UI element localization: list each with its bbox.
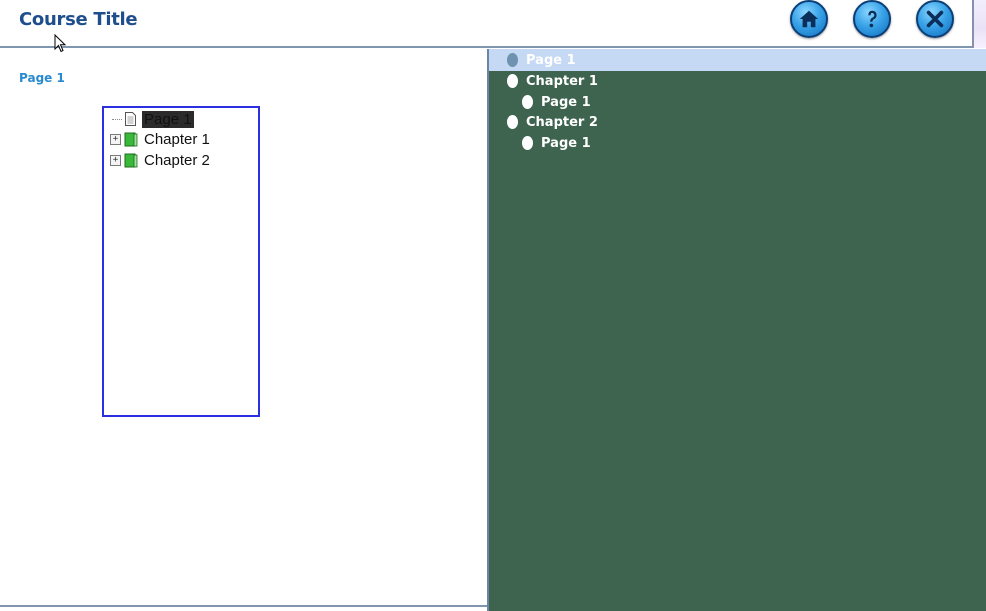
close-icon [926, 10, 944, 28]
nav-item-label: Page 1 [526, 52, 576, 68]
nav-item-page-1[interactable]: Page 1 [507, 50, 576, 70]
nav-item-chapter-1[interactable]: Chapter 1 [507, 71, 598, 91]
course-title: Course Title [19, 9, 138, 30]
bullet-icon [507, 53, 518, 67]
mouse-cursor-icon [54, 34, 67, 53]
home-icon [799, 10, 819, 28]
document-icon [125, 112, 136, 126]
tree-item-chapter-1[interactable]: + Chapter 1 [110, 129, 210, 149]
bullet-icon [522, 136, 533, 150]
nav-item-chapter-2[interactable]: Chapter 2 [507, 112, 598, 132]
expand-icon[interactable]: + [110, 154, 121, 166]
tree-item-label: Chapter 2 [144, 151, 210, 169]
nav-item-label: Page 1 [541, 94, 591, 110]
nav-item-chapter-2-page-1[interactable]: Page 1 [522, 133, 591, 153]
navigation-panel: Page 1 Chapter 1 Page 1 Chapter 2 Page 1 [487, 49, 986, 611]
tree-item-page-1[interactable]: Page 1 [110, 109, 194, 129]
help-button[interactable] [853, 0, 891, 38]
tree-item-label: Page 1 [142, 110, 194, 128]
content-bottom-divider [0, 605, 487, 607]
bullet-icon [507, 74, 518, 88]
nav-item-label: Page 1 [541, 135, 591, 151]
home-button[interactable] [790, 0, 828, 38]
book-icon [124, 132, 138, 146]
tree-item-chapter-2[interactable]: + Chapter 2 [110, 150, 210, 170]
window-edge [972, 0, 986, 48]
nav-item-chapter-1-page-1[interactable]: Page 1 [522, 92, 591, 112]
course-tree[interactable]: Page 1 + Chapter 1 + Chapter 2 [102, 106, 260, 417]
nav-item-label: Chapter 2 [526, 114, 598, 130]
bullet-icon [522, 95, 533, 109]
close-button[interactable] [916, 0, 954, 38]
tree-connector [112, 118, 122, 120]
bullet-icon [507, 115, 518, 129]
expand-icon[interactable]: + [110, 133, 121, 145]
page-heading: Page 1 [19, 71, 65, 85]
book-icon [124, 153, 138, 167]
question-icon [868, 10, 877, 28]
header-bar: Course Title [0, 0, 972, 48]
tree-item-label: Chapter 1 [144, 130, 210, 148]
nav-item-label: Chapter 1 [526, 73, 598, 89]
